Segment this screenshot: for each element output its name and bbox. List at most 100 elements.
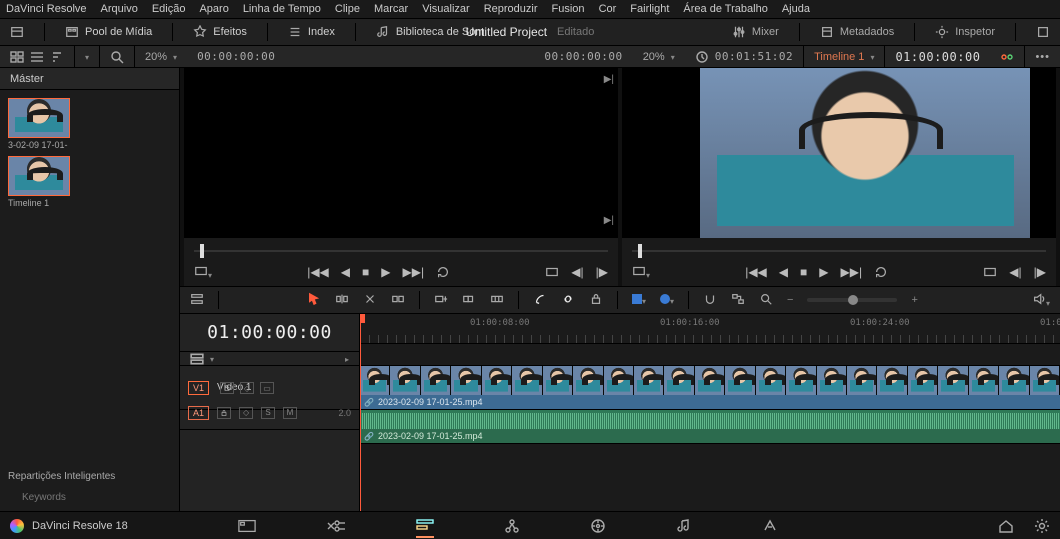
solo-icon[interactable]: S: [261, 407, 275, 419]
audio-track-header[interactable]: A1 ◇ S M 2.0: [180, 396, 359, 430]
sound-library-toggle[interactable]: Biblioteca de Som: [376, 25, 485, 39]
effects-toggle[interactable]: Efeitos: [193, 25, 247, 39]
source-zoom[interactable]: 20%: [135, 51, 187, 63]
insert-clip-icon[interactable]: [335, 292, 349, 309]
loop-icon[interactable]: [874, 265, 888, 279]
mark-out-icon[interactable]: |▶: [596, 265, 608, 279]
menu-item[interactable]: Aparo: [199, 3, 228, 15]
link-tool-icon[interactable]: [561, 292, 575, 309]
go-start-icon[interactable]: |◀◀: [745, 265, 767, 279]
smart-bin-keywords[interactable]: Keywords: [22, 492, 171, 503]
program-jog[interactable]: [632, 244, 1046, 258]
page-deliver[interactable]: [762, 518, 778, 534]
mute-icon[interactable]: M: [283, 407, 297, 419]
ripple-overwrite-icon[interactable]: [462, 292, 476, 309]
go-start-icon[interactable]: |◀◀: [307, 265, 329, 279]
go-end-icon[interactable]: ▶▶|: [403, 265, 425, 279]
metadata-toggle[interactable]: Metadados: [820, 25, 894, 39]
viewer-mode-icon[interactable]: [632, 264, 650, 281]
playhead[interactable]: [360, 314, 361, 511]
menu-item[interactable]: Marcar: [374, 3, 408, 15]
media-clip[interactable]: 3-02-09 17-01-: [8, 98, 70, 150]
blade-tool-icon[interactable]: [533, 292, 547, 309]
timeline-options-icon[interactable]: [190, 292, 204, 309]
menu-item[interactable]: Edição: [152, 3, 186, 15]
menu-item[interactable]: Reproduzir: [484, 3, 538, 15]
overwrite-clip-icon[interactable]: [363, 292, 377, 309]
replace-clip-icon[interactable]: [391, 292, 405, 309]
more-icon[interactable]: [1035, 51, 1050, 63]
play-icon[interactable]: ▶: [381, 265, 390, 279]
match-frame-icon[interactable]: [545, 265, 559, 279]
menu-item[interactable]: DaVinci Resolve: [6, 3, 87, 15]
page-color[interactable]: [590, 518, 606, 534]
search-icon[interactable]: [110, 50, 124, 64]
audio-monitor-icon[interactable]: [1032, 292, 1050, 309]
menu-item[interactable]: Área de Trabalho: [683, 3, 767, 15]
lock-icon[interactable]: [589, 292, 603, 309]
mark-out-icon[interactable]: |▶: [1034, 265, 1046, 279]
step-back-icon[interactable]: ◀: [779, 265, 788, 279]
zoom-in-icon[interactable]: +: [911, 294, 917, 306]
index-toggle[interactable]: Index: [288, 25, 335, 39]
match-frame-icon[interactable]: [983, 265, 997, 279]
step-back-icon[interactable]: ◀: [341, 265, 350, 279]
menu-item[interactable]: Clipe: [335, 3, 360, 15]
flag-icon[interactable]: [632, 294, 646, 307]
bin-dropdown-icon[interactable]: [85, 51, 89, 63]
timeline-view-options-icon[interactable]: [1000, 50, 1014, 64]
marker-icon[interactable]: [660, 294, 674, 307]
page-edit[interactable]: [416, 518, 434, 538]
expand-icon[interactable]: [1036, 25, 1050, 39]
append-icon[interactable]: [434, 292, 448, 309]
lock-track-icon[interactable]: [220, 382, 234, 394]
zoom-slider[interactable]: [807, 298, 897, 302]
prev-edit-icon[interactable]: ▶|: [604, 215, 614, 226]
page-fusion[interactable]: [504, 518, 520, 534]
go-end-icon[interactable]: ▶▶|: [841, 265, 863, 279]
source-jog[interactable]: [194, 244, 608, 258]
menu-item[interactable]: Fairlight: [630, 3, 669, 15]
menu-item[interactable]: Visualizar: [422, 3, 470, 15]
home-icon[interactable]: [998, 518, 1014, 534]
video-clip[interactable]: 2023-02-09 17-01-25.mp4: [360, 366, 1060, 409]
snap-icon[interactable]: [703, 292, 717, 309]
stop-icon[interactable]: ■: [800, 265, 807, 279]
settings-icon[interactable]: [1034, 518, 1050, 534]
zoom-fit-icon[interactable]: [759, 292, 773, 309]
page-cut[interactable]: [326, 519, 346, 533]
next-edit-icon[interactable]: ▶|: [604, 74, 614, 85]
page-media[interactable]: [238, 519, 256, 533]
mark-in-icon[interactable]: ◀|: [571, 265, 583, 279]
fit-to-fill-icon[interactable]: [490, 292, 504, 309]
list-view-icon[interactable]: [30, 50, 44, 64]
thumbnail-view-icon[interactable]: [10, 50, 24, 64]
menu-item[interactable]: Cor: [599, 3, 617, 15]
media-pool-toggle[interactable]: Pool de Mídia: [65, 25, 152, 39]
bin-master[interactable]: Máster: [10, 73, 44, 85]
program-zoom[interactable]: 20%: [633, 51, 685, 63]
linked-selection-icon[interactable]: [731, 292, 745, 309]
lock-track-icon[interactable]: [217, 407, 231, 419]
track-options-icon[interactable]: [190, 352, 204, 366]
auto-select-icon[interactable]: ◇: [240, 382, 254, 394]
zoom-out-icon[interactable]: −: [787, 294, 793, 306]
disable-video-icon[interactable]: ▭: [260, 382, 274, 394]
layout-icon[interactable]: [10, 25, 24, 39]
mark-in-icon[interactable]: ◀|: [1009, 265, 1021, 279]
page-fairlight[interactable]: [676, 518, 692, 534]
time-ruler[interactable]: 01:00:08:00 01:00:16:00 01:00:24:00 01:0: [360, 314, 1060, 344]
audio-clip[interactable]: 2023-02-09 17-01-25.mp4: [360, 410, 1060, 443]
media-timeline[interactable]: Timeline 1: [8, 156, 70, 208]
menu-item[interactable]: Arquivo: [101, 3, 138, 15]
arrow-tool-icon[interactable]: [307, 292, 321, 309]
timeline-name[interactable]: Timeline 1: [814, 51, 864, 63]
inspector-toggle[interactable]: Inspetor: [935, 25, 995, 39]
sort-icon[interactable]: [50, 50, 64, 64]
viewer-mode-icon[interactable]: [194, 264, 212, 281]
menu-item[interactable]: Fusion: [552, 3, 585, 15]
mixer-toggle[interactable]: Mixer: [732, 25, 779, 39]
loop-icon[interactable]: [436, 265, 450, 279]
menu-item[interactable]: Linha de Tempo: [243, 3, 321, 15]
play-icon[interactable]: ▶: [819, 265, 828, 279]
